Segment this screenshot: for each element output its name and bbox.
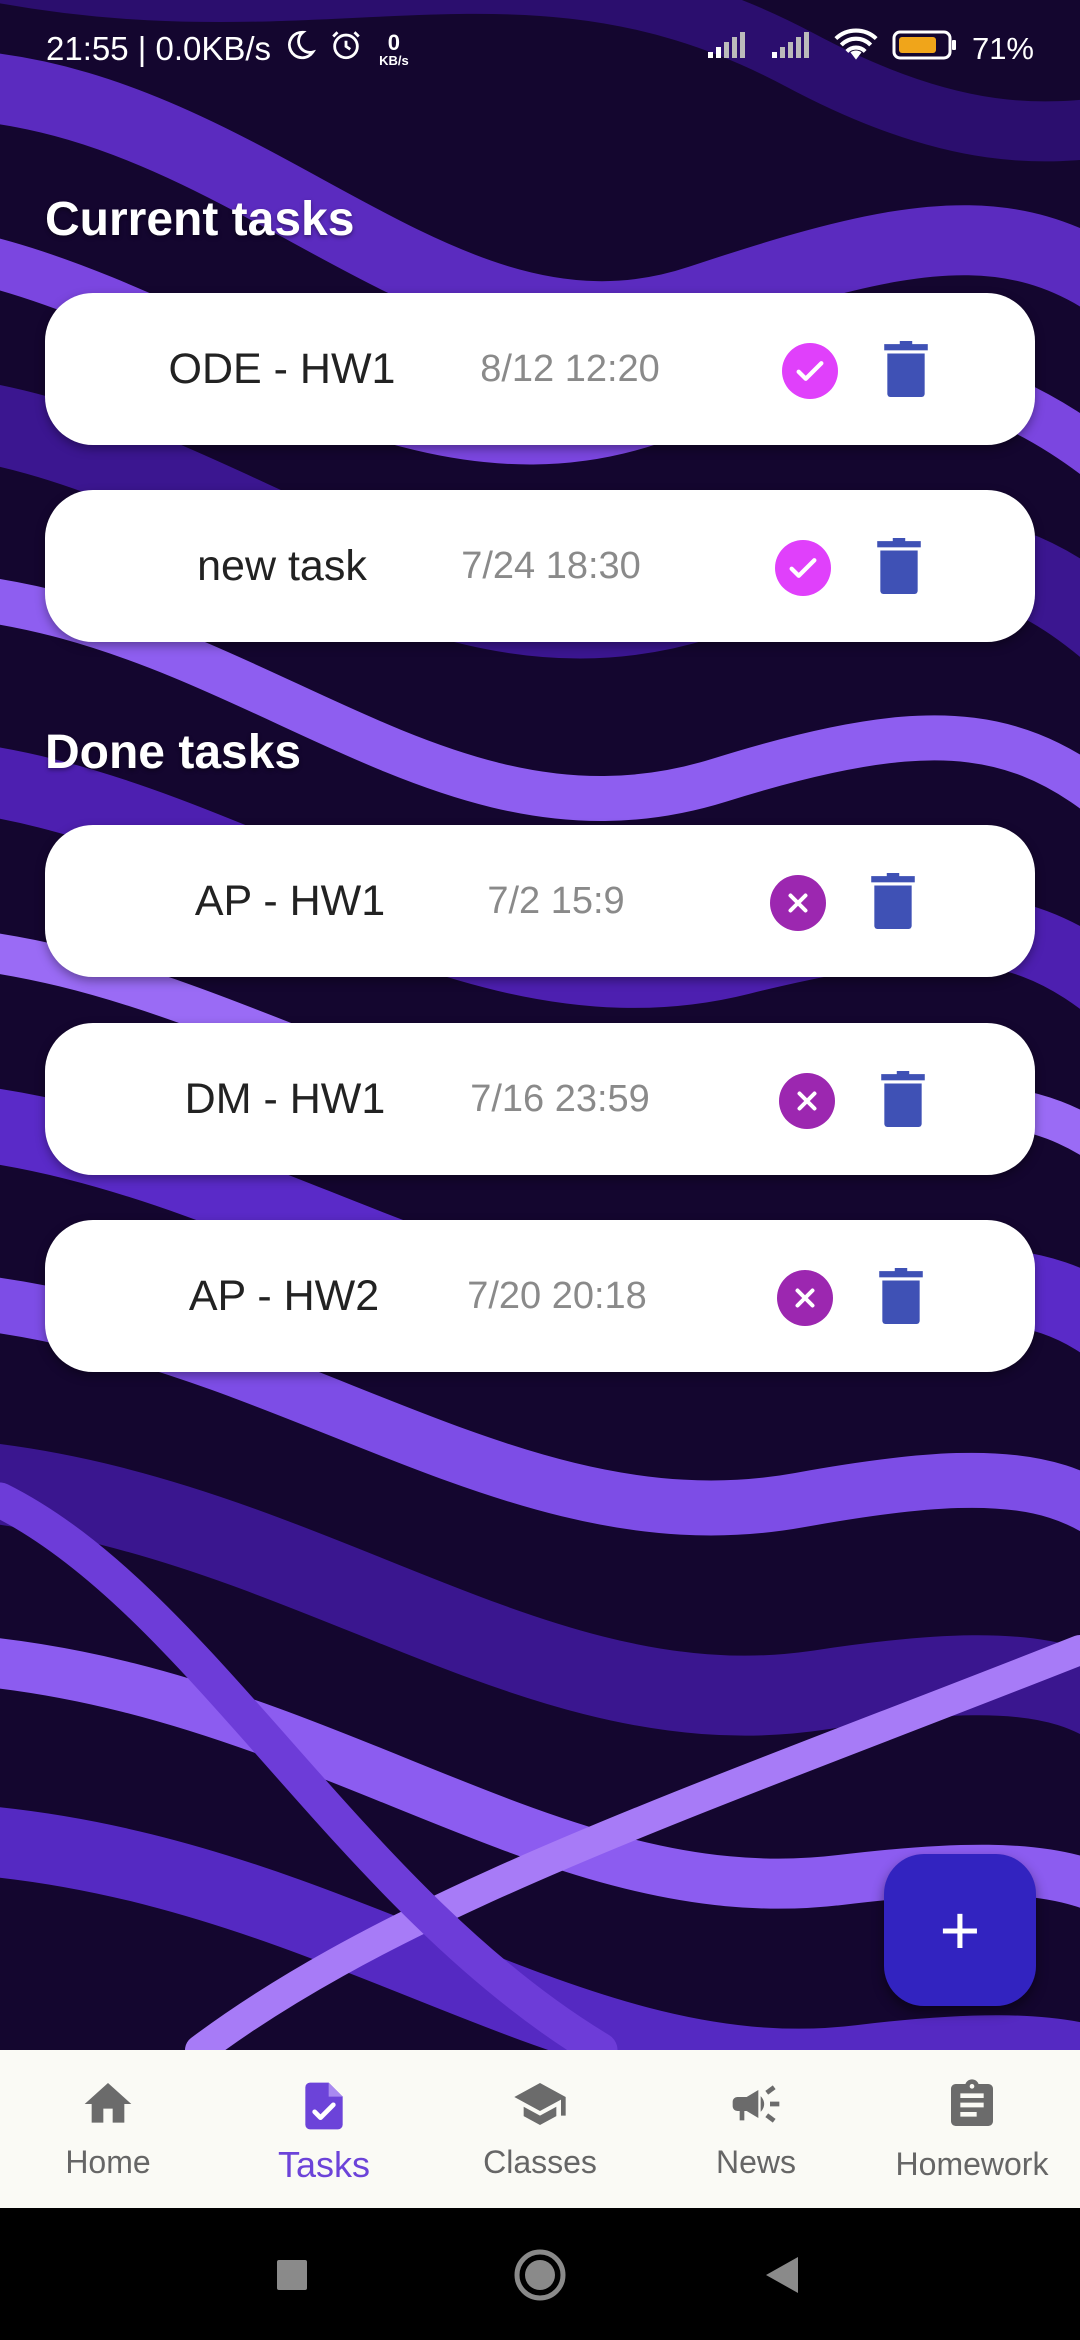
task-card[interactable]: new task 7/24 18:30 (45, 490, 1035, 642)
close-icon (788, 893, 808, 913)
task-title: DM - HW1 (184, 1075, 386, 1123)
nav-item-homework[interactable]: Homework (864, 2050, 1080, 2208)
task-card[interactable]: AP - HW2 7/20 20:18 (45, 1220, 1035, 1372)
task-title: AP - HW1 (194, 877, 386, 925)
check-icon (789, 558, 817, 578)
task-date: 7/2 15:9 (487, 880, 625, 922)
section-title-done: Done tasks (45, 726, 302, 779)
mark-done-button[interactable] (782, 343, 838, 399)
battery-percent: 71% (971, 31, 1034, 66)
mark-undone-button[interactable] (777, 1270, 833, 1326)
trash-icon (881, 1071, 925, 1127)
task-icon (305, 2082, 343, 2130)
campaign-icon (732, 2085, 780, 2123)
net-unit: KB/s (379, 52, 409, 68)
task-card[interactable]: AP - HW1 7/2 15:9 (45, 825, 1035, 977)
nav-label-classes: Classes (483, 2144, 597, 2180)
bottom-navigation: Home Tasks Classes News Homework (0, 2050, 1080, 2208)
nav-item-classes[interactable]: Classes (432, 2050, 648, 2208)
task-date: 7/16 23:59 (470, 1078, 650, 1120)
delete-button[interactable] (881, 1071, 925, 1127)
home-system-button[interactable] (513, 2248, 567, 2307)
task-card[interactable]: ODE - HW1 8/12 12:20 (45, 293, 1035, 445)
battery-icon (892, 29, 958, 69)
school-icon (514, 2083, 566, 2125)
task-title: ODE - HW1 (168, 345, 396, 393)
mark-undone-button[interactable] (770, 875, 826, 931)
net-value: 0 (387, 29, 400, 55)
plus-icon: + (939, 1891, 981, 1969)
back-triangle-icon (766, 2257, 798, 2293)
task-title: AP - HW2 (188, 1272, 380, 1320)
nav-label-news: News (715, 2144, 796, 2180)
moon-icon (283, 28, 317, 70)
trash-icon (879, 1268, 923, 1324)
mark-undone-button[interactable] (779, 1073, 835, 1129)
nav-label-homework: Homework (895, 2146, 1049, 2182)
alarm-icon (329, 28, 363, 70)
delete-button[interactable] (877, 538, 921, 594)
task-date: 8/12 12:20 (480, 348, 660, 390)
nav-label-tasks: Tasks (277, 2144, 371, 2185)
task-date: 7/24 18:30 (461, 545, 641, 587)
add-task-button[interactable]: + (884, 1854, 1036, 2006)
nav-item-news[interactable]: News (648, 2050, 864, 2208)
nav-item-home[interactable]: Home (0, 2050, 216, 2208)
task-card[interactable]: DM - HW1 7/16 23:59 (45, 1023, 1035, 1175)
delete-button[interactable] (871, 873, 915, 929)
status-left: 21:55 | 0.0KB/s 0 KB/s (46, 28, 409, 70)
square-icon (277, 2260, 307, 2290)
close-icon (797, 1091, 817, 1111)
status-time: 21:55 | 0.0KB/s (46, 30, 272, 67)
status-bar: 21:55 | 0.0KB/s 0 KB/s 71% (0, 0, 1080, 100)
nav-item-tasks[interactable]: Tasks (216, 2050, 432, 2208)
recents-button[interactable] (275, 2258, 309, 2297)
trash-icon (877, 538, 921, 594)
status-right: 71% (706, 28, 1034, 70)
mark-done-button[interactable] (775, 540, 831, 596)
trash-icon (871, 873, 915, 929)
home-icon (84, 2083, 132, 2123)
signal-icon-2 (770, 30, 820, 68)
network-speed-indicator: 0 KB/s (379, 29, 409, 68)
nav-label-home: Home (65, 2144, 151, 2180)
system-navigation-bar (0, 2208, 1080, 2340)
circle-icon (514, 2249, 566, 2301)
delete-button[interactable] (884, 341, 928, 397)
signal-icon (706, 30, 756, 68)
task-date: 7/20 20:18 (467, 1275, 647, 1317)
check-icon (796, 361, 824, 381)
delete-button[interactable] (879, 1268, 923, 1324)
task-title: new task (197, 542, 367, 590)
section-title-current: Current tasks (45, 193, 355, 246)
trash-icon (884, 341, 928, 397)
back-button[interactable] (764, 2255, 800, 2300)
wifi-icon (834, 28, 878, 70)
assignment-icon (951, 2079, 993, 2126)
close-icon (795, 1288, 815, 1308)
